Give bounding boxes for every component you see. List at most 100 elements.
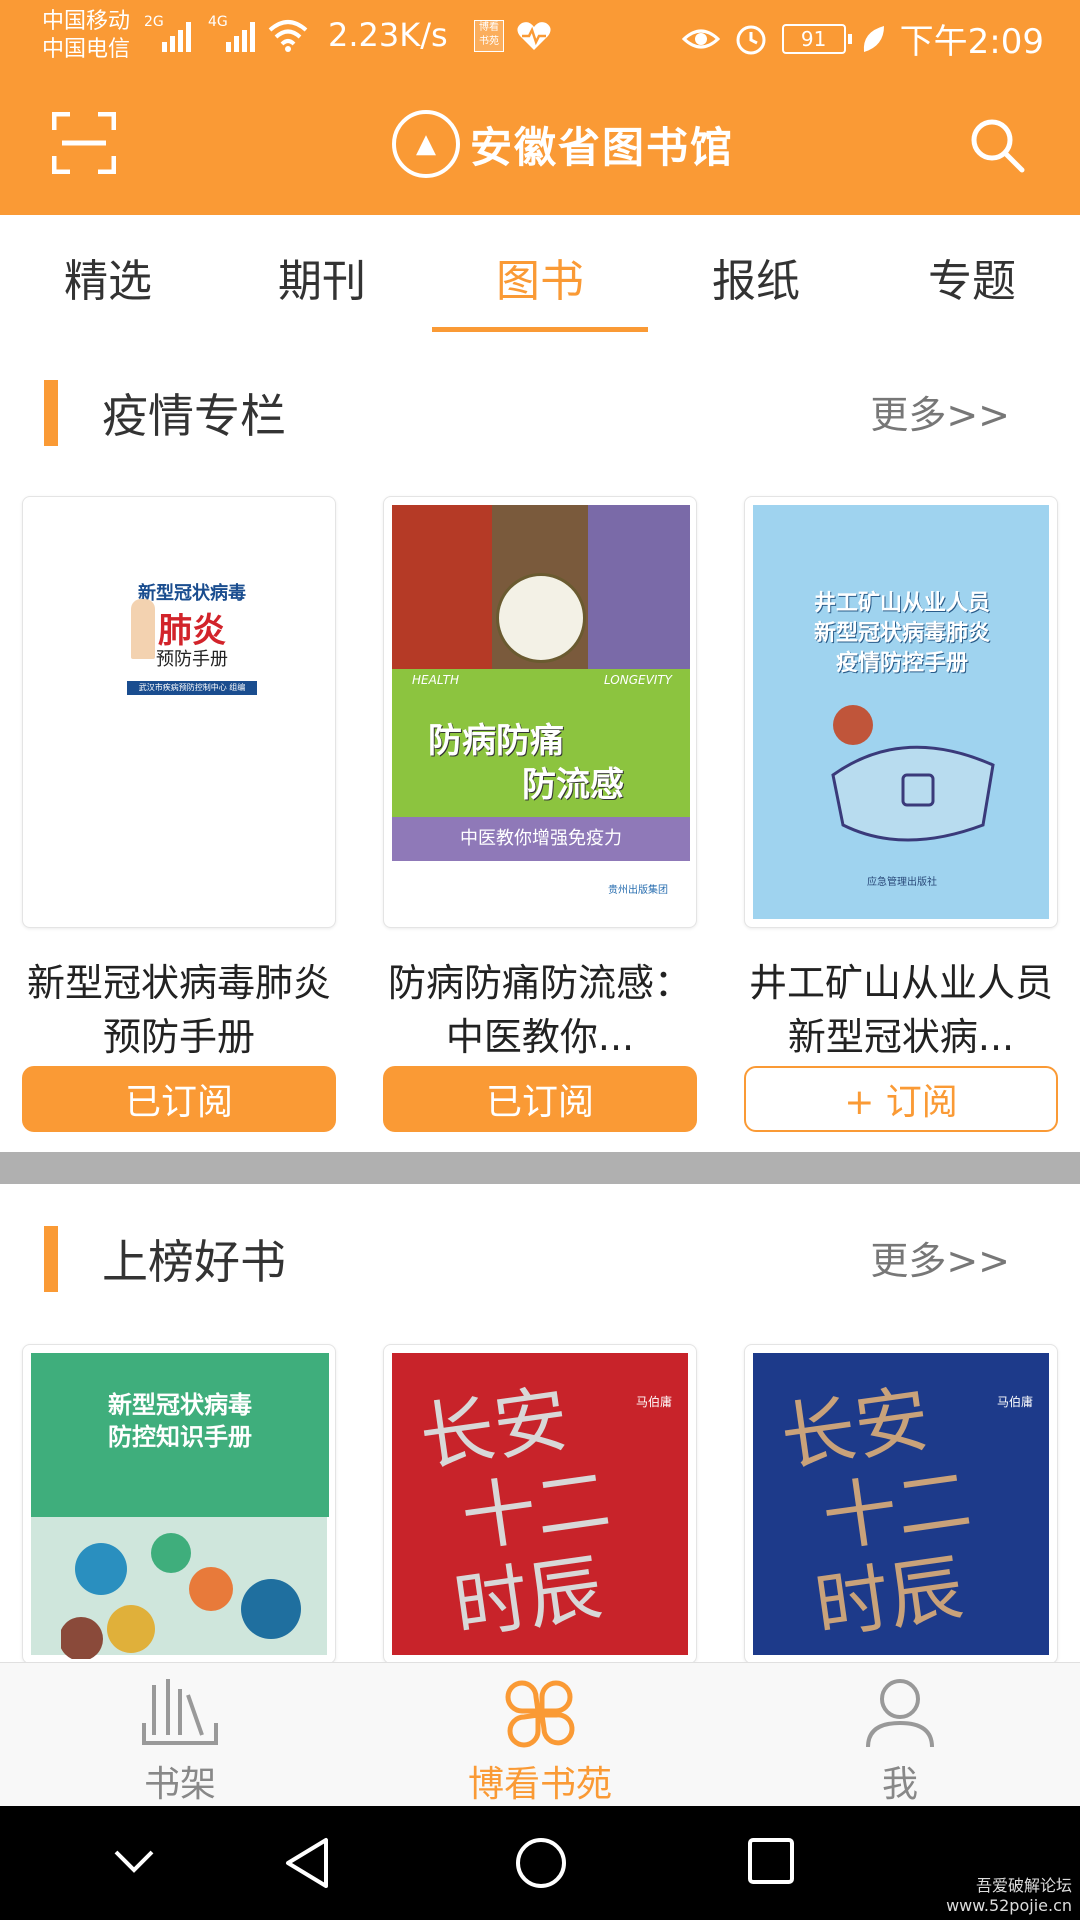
carrier-2: 中国电信	[42, 37, 131, 62]
logo-seal-icon: ▲	[392, 110, 460, 178]
more-link[interactable]: 更多>>	[870, 384, 1010, 439]
carrier-1: 中国移动	[42, 9, 131, 34]
cover-text: 井工矿山从业人员	[813, 591, 990, 616]
back-icon[interactable]	[282, 1836, 332, 1890]
subscribe-button[interactable]: + 订阅	[744, 1066, 1058, 1132]
book-title[interactable]: 井工矿山从业人员新型冠状病...	[744, 956, 1058, 1064]
subscribed-button[interactable]: 已订阅	[22, 1066, 336, 1132]
bottom-navigation: 书架 博看书苑 我	[0, 1662, 1080, 1806]
signal-icon-2	[226, 16, 255, 52]
cover-text: 贵州出版集团	[608, 885, 668, 896]
status-right: 91 下午2:09	[681, 14, 1044, 63]
section-accent-bar	[44, 380, 58, 446]
nav-label: 书架	[143, 1764, 216, 1805]
section-title: 上榜好书	[102, 1235, 286, 1289]
cover-photo-tomato	[392, 505, 492, 685]
book-title[interactable]: 防病防痛防流感：中医教你...	[383, 956, 697, 1064]
recents-icon[interactable]	[746, 1836, 796, 1886]
doctor-illustration-icon	[131, 599, 155, 659]
cover-title-block: 长安 十二 时辰	[776, 1372, 988, 1652]
book-card[interactable]: 井工矿山从业人员 新型冠状病毒肺炎 疫情防控手册 应急管理出版社 井工矿山从业人…	[744, 496, 1058, 1132]
person-icon	[866, 1679, 934, 1748]
watermark: 吾爱破解论坛 www.52pojie.cn	[946, 1876, 1072, 1916]
chevron-down-icon[interactable]	[112, 1846, 156, 1876]
alarm-icon	[736, 25, 766, 54]
network-type-1: 2G	[144, 14, 164, 30]
tab-periodicals[interactable]: 期刊	[222, 245, 422, 309]
yoga-emblem-icon	[496, 573, 586, 663]
nav-bookhome[interactable]: 博看书苑	[440, 1675, 640, 1807]
leaf-icon	[863, 25, 884, 52]
watermark-url: www.52pojie.cn	[946, 1896, 1072, 1915]
logo-text: 安徽省图书馆	[470, 122, 735, 172]
book-card[interactable]: HEALTH LONGEVITY 防病防痛 防流感 中医教你增强免疫力 贵州出版…	[383, 496, 697, 1132]
book-cover[interactable]: 新型冠状病毒 防控知识手册	[22, 1344, 336, 1664]
cover-text: 防控知识手册	[108, 1423, 252, 1451]
cover-text: 中医教你增强免疫力	[392, 817, 690, 861]
mask-illustration-icon	[831, 705, 995, 842]
subscribed-button[interactable]: 已订阅	[383, 1066, 697, 1132]
cover-text: 防流感	[522, 765, 624, 805]
cover-title-block: 长安 十二 时辰	[415, 1372, 627, 1652]
wifi-icon	[268, 20, 308, 52]
cover-text: 新型冠状病毒	[108, 1391, 252, 1419]
book-cover[interactable]: 新型冠状病毒 肺炎 预防手册 武汉市疾病预防控制中心 组编	[22, 496, 336, 928]
nav-label: 我	[881, 1764, 918, 1805]
book-title[interactable]: 新型冠状病毒肺炎预防手册	[22, 956, 336, 1064]
cover-text: 应急管理出版社	[867, 877, 937, 888]
tab-newspapers[interactable]: 报纸	[656, 245, 856, 309]
cover-text: 疫情防控手册	[835, 651, 968, 676]
search-icon[interactable]	[968, 116, 1026, 174]
battery-indicator: 91	[781, 23, 852, 54]
cover-author: 马伯庸	[635, 1395, 672, 1409]
health-icons-illustration	[61, 1533, 301, 1659]
book-cover[interactable]: 井工矿山从业人员 新型冠状病毒肺炎 疫情防控手册 应急管理出版社	[744, 496, 1058, 928]
system-navigation-bar	[0, 1806, 1080, 1920]
tab-topics[interactable]: 专题	[872, 245, 1072, 309]
carrier-labels: 中国移动 中国电信	[42, 8, 130, 64]
network-speed: 2.23K/s	[328, 16, 448, 54]
cover-title-block: 新型冠状病毒 防控知识手册	[31, 1389, 329, 1453]
clover-icon	[505, 1680, 575, 1748]
book-card[interactable]: 新型冠状病毒 防控知识手册	[22, 1344, 336, 1664]
cover-text: HEALTH	[412, 673, 460, 687]
heart-icon	[517, 22, 551, 50]
network-type-2: 4G	[208, 14, 228, 30]
watermark-text: 吾爱破解论坛	[975, 1876, 1072, 1895]
tab-featured[interactable]: 精选	[8, 245, 208, 309]
cover-text: 防病防痛	[428, 721, 564, 761]
more-link[interactable]: 更多>>	[870, 1230, 1010, 1285]
section-header-top-books: 上榜好书 更多>>	[0, 1206, 1080, 1296]
clock: 下午2:09	[899, 22, 1044, 62]
signal-icon	[162, 16, 191, 52]
section-divider	[0, 1152, 1080, 1184]
book-card[interactable]: 长安 十二 时辰 马伯庸	[383, 1344, 697, 1664]
section-accent-bar	[44, 1226, 58, 1292]
book-cover[interactable]: 长安 十二 时辰 马伯庸	[383, 1344, 697, 1664]
scan-icon[interactable]	[52, 112, 116, 174]
nav-bookshelf[interactable]: 书架	[80, 1675, 280, 1807]
bookshelf-icon	[142, 1679, 218, 1745]
nav-label: 博看书苑	[467, 1764, 612, 1805]
home-icon[interactable]	[514, 1836, 568, 1890]
cover-title-block: 井工矿山从业人员 新型冠状病毒肺炎 疫情防控手册	[753, 589, 1051, 679]
book-cover[interactable]: HEALTH LONGEVITY 防病防痛 防流感 中医教你增强免疫力 贵州出版…	[383, 496, 697, 928]
app-notification-icon: 博看书苑	[474, 20, 504, 52]
book-cover[interactable]: 长安 十二 时辰 马伯庸	[744, 1344, 1058, 1664]
cover-photo-sunset	[588, 505, 690, 685]
section-header-epidemic: 疫情专栏 更多>>	[0, 360, 1080, 450]
book-card[interactable]: 长安 十二 时辰 马伯庸	[744, 1344, 1058, 1664]
status-bar: 中国移动 中国电信 2G 4G 2.23K/s 博看书苑 91 下午2:09	[0, 0, 1080, 76]
cover-author: 马伯庸	[996, 1395, 1033, 1409]
tab-books[interactable]: 图书	[440, 245, 640, 309]
nav-me[interactable]: 我	[800, 1675, 1000, 1807]
library-logo: ▲ 安徽省图书馆	[392, 110, 734, 178]
book-card[interactable]: 新型冠状病毒 肺炎 预防手册 武汉市疾病预防控制中心 组编 新型冠状病毒肺炎预防…	[22, 496, 336, 1132]
cover-text: LONGEVITY	[603, 673, 672, 687]
eye-icon	[681, 29, 720, 48]
section-title: 疫情专栏	[102, 389, 286, 443]
cover-text: 武汉市疾病预防控制中心 组编	[127, 681, 257, 695]
category-tabs: 精选 期刊 图书 报纸 专题	[0, 215, 1080, 335]
cover-text: 新型冠状病毒肺炎	[813, 621, 990, 646]
active-tab-indicator	[432, 327, 648, 332]
